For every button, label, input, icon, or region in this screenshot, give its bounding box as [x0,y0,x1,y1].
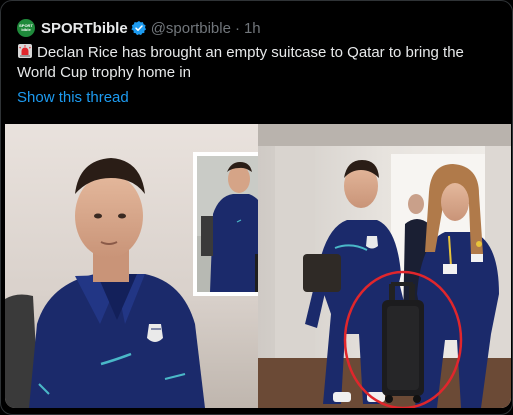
england-crest [147,324,163,342]
show-thread-link[interactable]: Show this thread [17,89,129,106]
lanyard-badge [443,264,457,274]
shoulder-bag [303,254,341,292]
author-name[interactable]: SPORTbible [41,20,128,37]
tweet-text: Declan Rice has brought an empty suitcas… [17,44,464,81]
tweet-header: SPORT bible SPORTbible @sportbible · 1h [17,17,261,39]
tweet-media-photo[interactable] [5,124,511,408]
tweet-text-block: Declan Rice has brought an empty suitcas… [17,43,497,83]
photo-composite [5,124,511,408]
suitcase [382,282,424,403]
avatar-logo-text: SPORT bible [19,23,33,32]
author-handle[interactable]: @sportbible [151,20,231,37]
tweet-time[interactable]: 1h [244,20,261,37]
header-separator: · [234,19,240,37]
avatar[interactable]: SPORT bible [17,19,35,37]
verified-badge-icon [131,21,146,36]
tweet-card[interactable]: SPORT bible SPORTbible @sportbible · 1h … [0,0,513,415]
siren-icon [18,44,32,58]
